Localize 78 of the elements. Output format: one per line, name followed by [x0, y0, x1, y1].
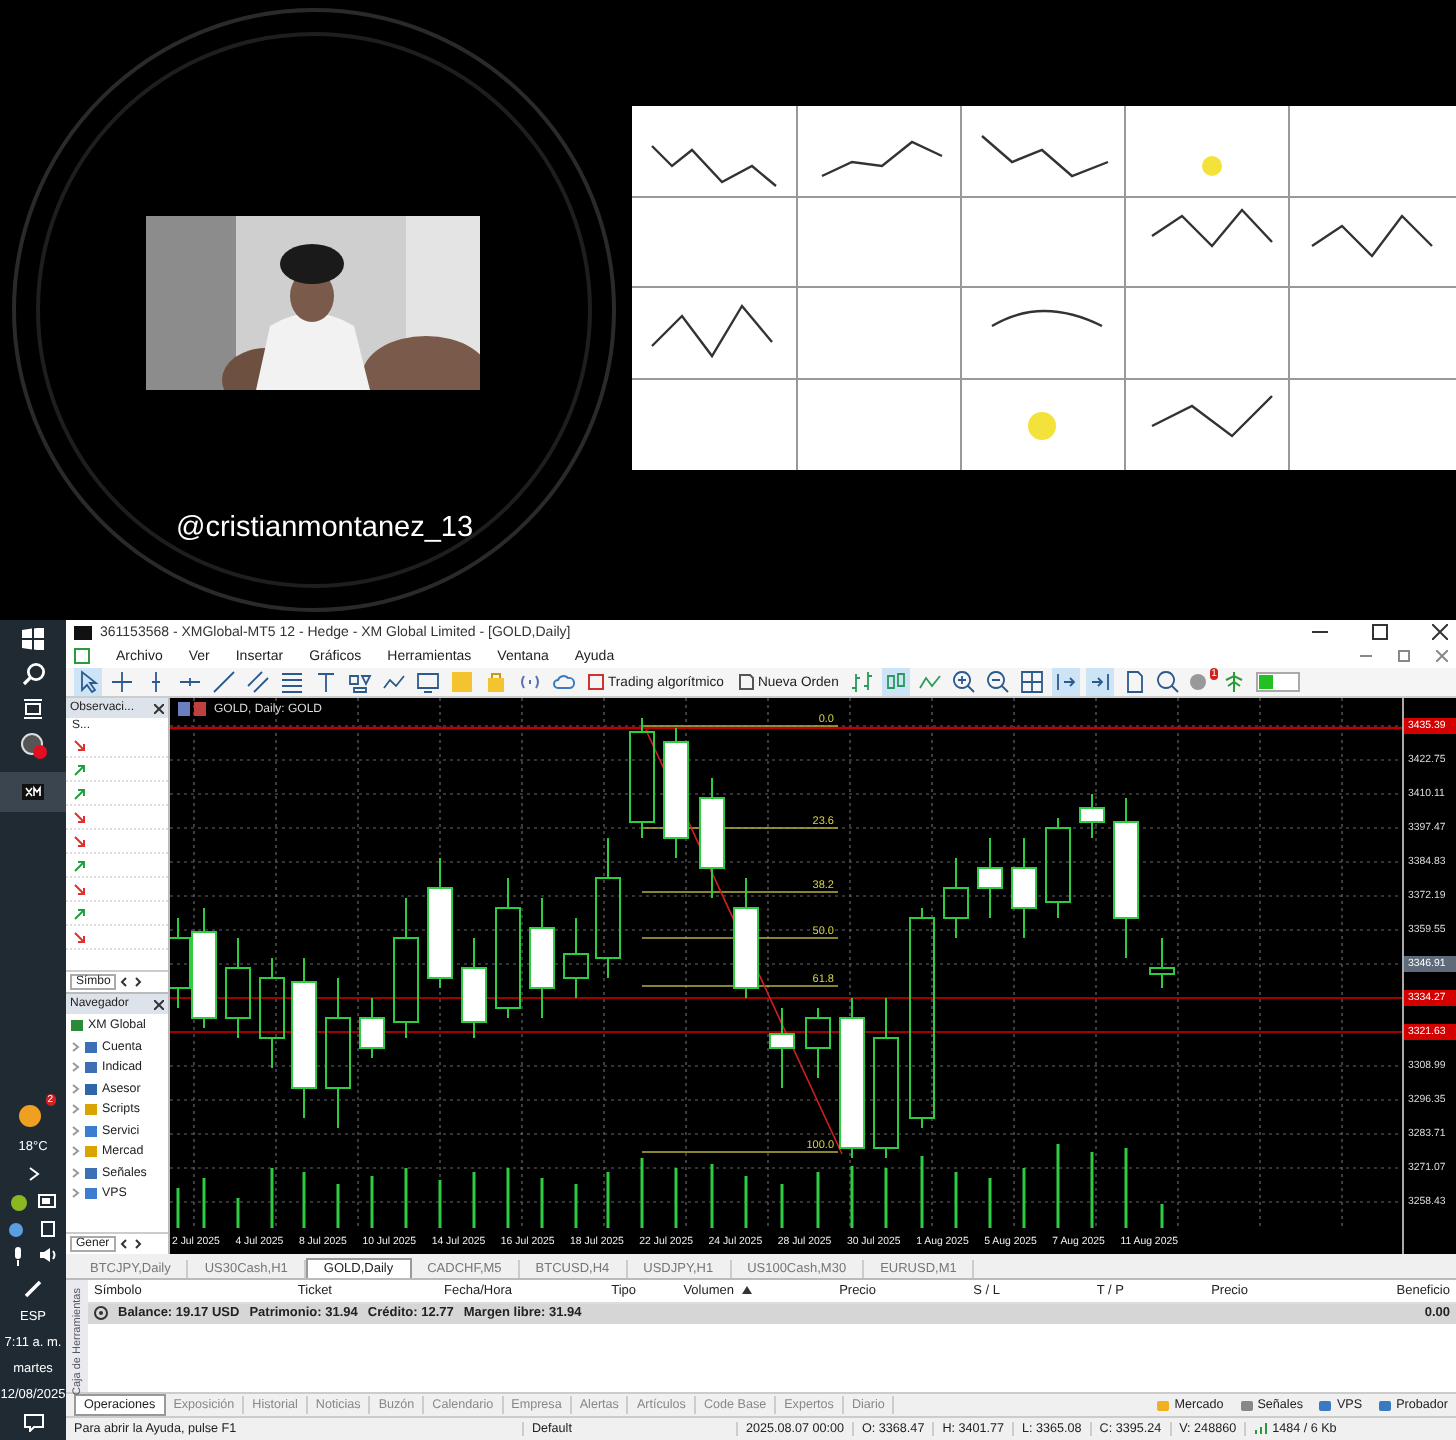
candle — [359, 997, 385, 1060]
windows-start-icon[interactable] — [22, 628, 44, 650]
scroll-icon[interactable] — [1052, 668, 1081, 697]
battery-icon[interactable] — [38, 1194, 58, 1208]
price-line[interactable] — [170, 1031, 1402, 1034]
scroll-right-icon[interactable] — [131, 1238, 144, 1251]
speaker-icon[interactable] — [38, 1246, 58, 1264]
candle — [170, 917, 191, 1010]
zoom-out-icon[interactable] — [984, 668, 1013, 697]
candle — [259, 957, 285, 1070]
close-icon[interactable] — [1432, 624, 1448, 641]
shift-icon[interactable] — [1086, 668, 1115, 697]
notification-icon[interactable] — [23, 1414, 43, 1432]
search-icon[interactable] — [1154, 668, 1183, 697]
fibonacci-icon[interactable] — [278, 668, 306, 697]
candle — [393, 897, 419, 1040]
trend-line-icon[interactable] — [210, 668, 238, 697]
candle — [629, 717, 655, 840]
candles-icon[interactable] — [882, 668, 911, 697]
candle — [1011, 837, 1037, 940]
weather-sun-icon[interactable] — [17, 1100, 45, 1128]
fibonacci-line[interactable] — [641, 937, 839, 940]
cursor-icon[interactable] — [74, 668, 102, 697]
scroll-right-icon[interactable] — [132, 976, 145, 989]
candle — [595, 837, 621, 980]
task-view-icon[interactable] — [22, 698, 44, 720]
device-icon[interactable] — [40, 1220, 56, 1238]
template-icon[interactable] — [414, 668, 442, 697]
tray-app-icon[interactable] — [9, 1194, 27, 1212]
candle — [699, 777, 725, 900]
channel-icon[interactable] — [244, 668, 272, 697]
candle — [805, 1007, 831, 1080]
candle — [529, 897, 555, 1020]
maximize-icon[interactable] — [1372, 624, 1388, 641]
candle — [1079, 793, 1105, 840]
candle — [977, 837, 1003, 920]
candle — [1149, 937, 1175, 990]
scroll-left-icon[interactable] — [118, 976, 131, 989]
app-logo-icon — [74, 625, 92, 640]
grid-icon[interactable] — [1018, 668, 1047, 697]
candle — [191, 907, 217, 1030]
app-logo-icon — [22, 784, 44, 800]
candle — [1045, 817, 1071, 920]
balance-icon — [94, 1306, 108, 1321]
menu-icon[interactable] — [74, 648, 90, 665]
candle — [225, 937, 251, 1040]
crosshair-icon[interactable] — [108, 668, 136, 697]
chevron-icon[interactable] — [27, 1166, 39, 1182]
candle — [943, 857, 969, 940]
bell-icon[interactable] — [1188, 670, 1211, 693]
close-icon[interactable] — [154, 703, 164, 714]
search-icon[interactable] — [21, 662, 45, 686]
network-icon[interactable] — [8, 1220, 28, 1238]
candle — [495, 877, 521, 1020]
microphone-icon[interactable] — [10, 1246, 26, 1266]
candle — [461, 937, 487, 1040]
document-icon — [737, 674, 754, 691]
chart-type-icon[interactable] — [178, 702, 206, 717]
fibonacci-line[interactable] — [641, 891, 839, 894]
connection-bars-icon — [1254, 1422, 1269, 1435]
channel-handle: @cristianmontanez_13 — [176, 512, 474, 544]
candle — [427, 857, 453, 990]
xm-app-button[interactable] — [0, 772, 66, 812]
candle — [769, 1007, 795, 1090]
candle — [663, 727, 689, 860]
pen-icon[interactable] — [23, 1278, 43, 1298]
price-line[interactable] — [170, 997, 1402, 1000]
candle — [733, 877, 759, 1000]
scroll-left-icon[interactable] — [117, 1238, 130, 1251]
close-icon[interactable] — [154, 999, 164, 1010]
bar-chart-icon[interactable] — [848, 668, 877, 697]
zoom-in-icon[interactable] — [950, 668, 979, 697]
fibonacci-line[interactable] — [641, 985, 839, 988]
text-icon[interactable] — [312, 668, 340, 697]
square-icon — [588, 674, 604, 691]
app-icon[interactable] — [19, 732, 47, 760]
candle — [563, 917, 589, 1000]
restore-icon[interactable] — [1398, 650, 1410, 663]
